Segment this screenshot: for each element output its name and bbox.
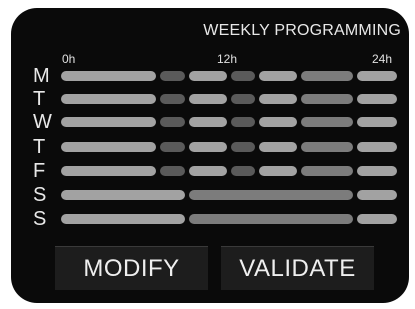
schedule-block-eco[interactable] [231, 94, 255, 104]
hour-label-end: 24h [372, 52, 393, 66]
schedule-block-comfort[interactable] [259, 166, 297, 176]
schedule-block-comfort[interactable] [189, 166, 227, 176]
schedule-block-eco[interactable] [160, 94, 185, 104]
day-label: S [33, 184, 47, 206]
schedule-block-comfort[interactable] [189, 117, 227, 127]
schedule-block-comfort[interactable] [61, 214, 185, 224]
page-title: WEEKLY PROGRAMMING [203, 22, 401, 39]
day-label: F [33, 160, 46, 182]
schedule-block-comfort[interactable] [189, 94, 227, 104]
thermostat-screen: WEEKLY PROGRAMMING 0h 12h 24h MTWTFSS MO… [11, 8, 409, 303]
schedule-block-eco[interactable] [231, 117, 255, 127]
schedule-block-mid[interactable] [189, 214, 353, 224]
schedule-block-eco[interactable] [160, 71, 185, 81]
day-schedule-row[interactable] [61, 142, 397, 152]
modify-button[interactable]: MODIFY [55, 246, 208, 290]
schedule-block-comfort[interactable] [259, 142, 297, 152]
validate-button[interactable]: VALIDATE [221, 246, 374, 290]
day-schedule-row[interactable] [61, 214, 397, 224]
schedule-block-eco[interactable] [231, 71, 255, 81]
day-schedule-row[interactable] [61, 94, 397, 104]
hour-label-start: 0h [62, 52, 76, 66]
schedule-block-eco[interactable] [160, 117, 185, 127]
schedule-block-comfort[interactable] [357, 94, 397, 104]
schedule-block-comfort[interactable] [61, 71, 156, 81]
schedule-block-comfort[interactable] [259, 94, 297, 104]
schedule-block-comfort[interactable] [61, 190, 185, 200]
schedule-block-comfort[interactable] [357, 142, 397, 152]
schedule-block-mid[interactable] [301, 142, 353, 152]
schedule-block-eco[interactable] [231, 166, 255, 176]
schedule-block-eco[interactable] [160, 142, 185, 152]
schedule-block-comfort[interactable] [357, 166, 397, 176]
day-schedule-row[interactable] [61, 117, 397, 127]
day-label: M [33, 65, 50, 87]
schedule-block-comfort[interactable] [259, 117, 297, 127]
schedule-block-mid[interactable] [301, 94, 353, 104]
schedule-block-comfort[interactable] [61, 142, 156, 152]
schedule-block-eco[interactable] [160, 166, 185, 176]
schedule-block-comfort[interactable] [61, 166, 156, 176]
day-label: S [33, 208, 47, 230]
schedule-block-mid[interactable] [301, 117, 353, 127]
day-label: T [33, 88, 46, 110]
schedule-block-comfort[interactable] [357, 214, 397, 224]
schedule-block-comfort[interactable] [189, 142, 227, 152]
schedule-block-comfort[interactable] [61, 117, 156, 127]
day-schedule-row[interactable] [61, 166, 397, 176]
schedule-block-comfort[interactable] [357, 117, 397, 127]
schedule-block-mid[interactable] [301, 166, 353, 176]
schedule-block-mid[interactable] [189, 190, 353, 200]
schedule-block-comfort[interactable] [189, 71, 227, 81]
hour-label-mid: 12h [217, 52, 238, 66]
day-schedule-row[interactable] [61, 71, 397, 81]
day-label: T [33, 136, 46, 158]
schedule-block-comfort[interactable] [357, 71, 397, 81]
schedule-block-mid[interactable] [301, 71, 353, 81]
day-label: W [33, 111, 52, 133]
schedule-block-comfort[interactable] [259, 71, 297, 81]
schedule-block-comfort[interactable] [357, 190, 397, 200]
schedule-block-eco[interactable] [231, 142, 255, 152]
schedule-block-comfort[interactable] [61, 94, 156, 104]
day-schedule-row[interactable] [61, 190, 397, 200]
